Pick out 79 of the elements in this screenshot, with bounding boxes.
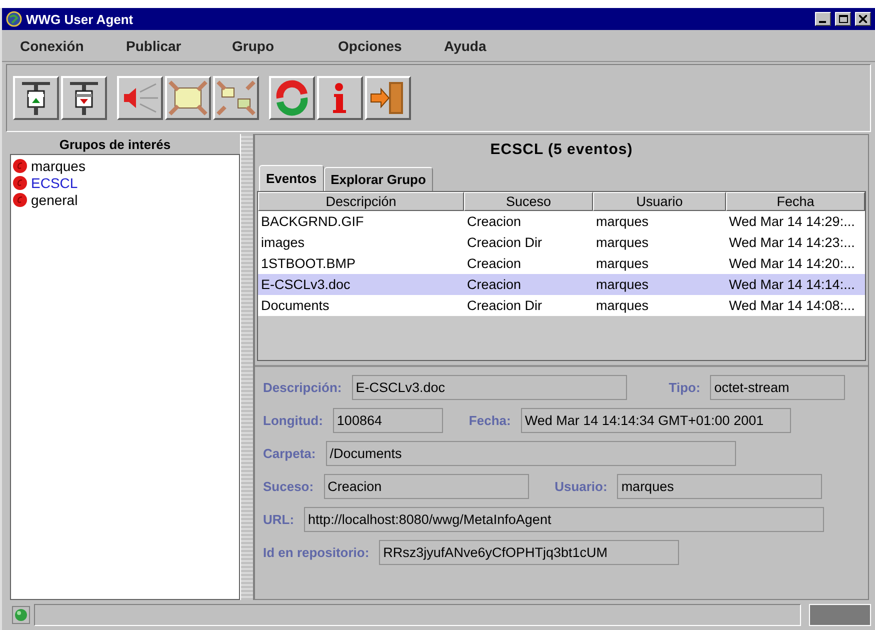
- globe-icon: [6, 11, 22, 27]
- field-value: http://localhost:8080/wwg/MetaInfoAgent: [304, 507, 824, 532]
- maximize-icon: [838, 15, 848, 23]
- table-cell: marques: [593, 295, 726, 316]
- group-icon: [13, 158, 27, 172]
- menu-item[interactable]: Ayuda: [444, 38, 550, 54]
- table-cell: 1STBOOT.BMP: [258, 253, 464, 274]
- table-cell: marques: [593, 211, 726, 232]
- field-value: /Documents: [326, 441, 736, 466]
- maximize-button[interactable]: [835, 12, 851, 26]
- table-cell: Wed Mar 14 14:14:...: [726, 274, 865, 295]
- toolbar-button[interactable]: [269, 76, 315, 120]
- status-led-icon: [12, 606, 30, 624]
- toolbar-button[interactable]: [61, 76, 107, 120]
- table-cell: Creacion Dir: [464, 295, 593, 316]
- table-cell: images: [258, 232, 464, 253]
- field-value: marques: [617, 474, 822, 499]
- table-cell: E-CSCLv3.doc: [258, 274, 464, 295]
- toolbar-button[interactable]: [165, 76, 211, 120]
- group-icon: [13, 192, 27, 206]
- group-item[interactable]: ECSCL: [13, 174, 237, 191]
- table-cell: marques: [593, 232, 726, 253]
- minimize-button[interactable]: [815, 12, 831, 26]
- tab[interactable]: Explorar Grupo: [324, 167, 433, 191]
- window-title: WWG User Agent: [26, 12, 134, 26]
- table-cell: marques: [593, 253, 726, 274]
- field-label: Descripción:: [263, 380, 342, 395]
- table-cell: Wed Mar 14 14:08:...: [726, 295, 865, 316]
- field-label: Longitud:: [263, 413, 323, 428]
- column-header[interactable]: Descripción: [258, 192, 464, 211]
- table-cell: Wed Mar 14 14:23:...: [726, 232, 865, 253]
- group-icon: [13, 176, 27, 190]
- table-cell: Wed Mar 14 14:29:...: [726, 211, 865, 232]
- group-item[interactable]: marques: [13, 157, 237, 174]
- table-cell: Wed Mar 14 14:20:...: [726, 253, 865, 274]
- field-label: Id en repositorio:: [263, 545, 370, 560]
- field-label: Carpeta:: [263, 446, 316, 461]
- table-cell: Creacion: [464, 253, 593, 274]
- menu-item[interactable]: Grupo: [232, 38, 338, 54]
- splitter[interactable]: [240, 134, 254, 600]
- field-value: E-CSCLv3.doc: [352, 375, 627, 400]
- plug-icon: [22, 80, 50, 116]
- field-label: URL:: [263, 512, 294, 527]
- field-value: Creacion: [324, 474, 529, 499]
- plug-icon: [70, 80, 98, 116]
- toolbar-button[interactable]: [317, 76, 363, 120]
- toolbar-button[interactable]: [117, 76, 163, 120]
- sidebar-title: Grupos de interés: [58, 136, 172, 154]
- toolbar-button[interactable]: [213, 76, 259, 120]
- column-header[interactable]: Suceso: [464, 192, 593, 211]
- close-button[interactable]: [855, 12, 871, 26]
- tab[interactable]: Eventos: [259, 165, 324, 191]
- field-value: octet-stream: [710, 375, 846, 400]
- field-label: Tipo:: [668, 380, 700, 395]
- field-label: Suceso:: [263, 479, 314, 494]
- table-cell: Creacion: [464, 274, 593, 295]
- table-cell: marques: [593, 274, 726, 295]
- menu-item[interactable]: Publicar: [126, 38, 232, 54]
- table-cell: Creacion: [464, 211, 593, 232]
- column-header[interactable]: Fecha: [726, 192, 865, 211]
- group-item[interactable]: general: [13, 191, 237, 208]
- close-icon: [859, 15, 867, 23]
- field-label: Fecha:: [468, 413, 511, 428]
- toolbar-button[interactable]: [13, 76, 59, 120]
- panel-title: ECSCL (5 eventos): [489, 140, 634, 160]
- field-label: Usuario:: [554, 479, 608, 494]
- hands-icon: [216, 80, 256, 116]
- menu-item[interactable]: Conexión: [20, 38, 126, 54]
- hands-icon: [168, 80, 208, 116]
- table-cell: Documents: [258, 295, 464, 316]
- column-header[interactable]: Usuario: [593, 192, 726, 211]
- field-value: Wed Mar 14 14:14:34 GMT+01:00 2001: [520, 408, 791, 433]
- refresh-icon: [274, 80, 310, 116]
- field-value: 100864: [332, 408, 443, 433]
- table-cell: Creacion Dir: [464, 232, 593, 253]
- toolbar-button[interactable]: [365, 76, 411, 120]
- field-value: RRsz3jyufANve6yCfOPHTjq3bt1cUM: [379, 540, 680, 565]
- table-cell: BACKGRND.GIF: [258, 211, 464, 232]
- menu-item[interactable]: Opciones: [338, 38, 444, 54]
